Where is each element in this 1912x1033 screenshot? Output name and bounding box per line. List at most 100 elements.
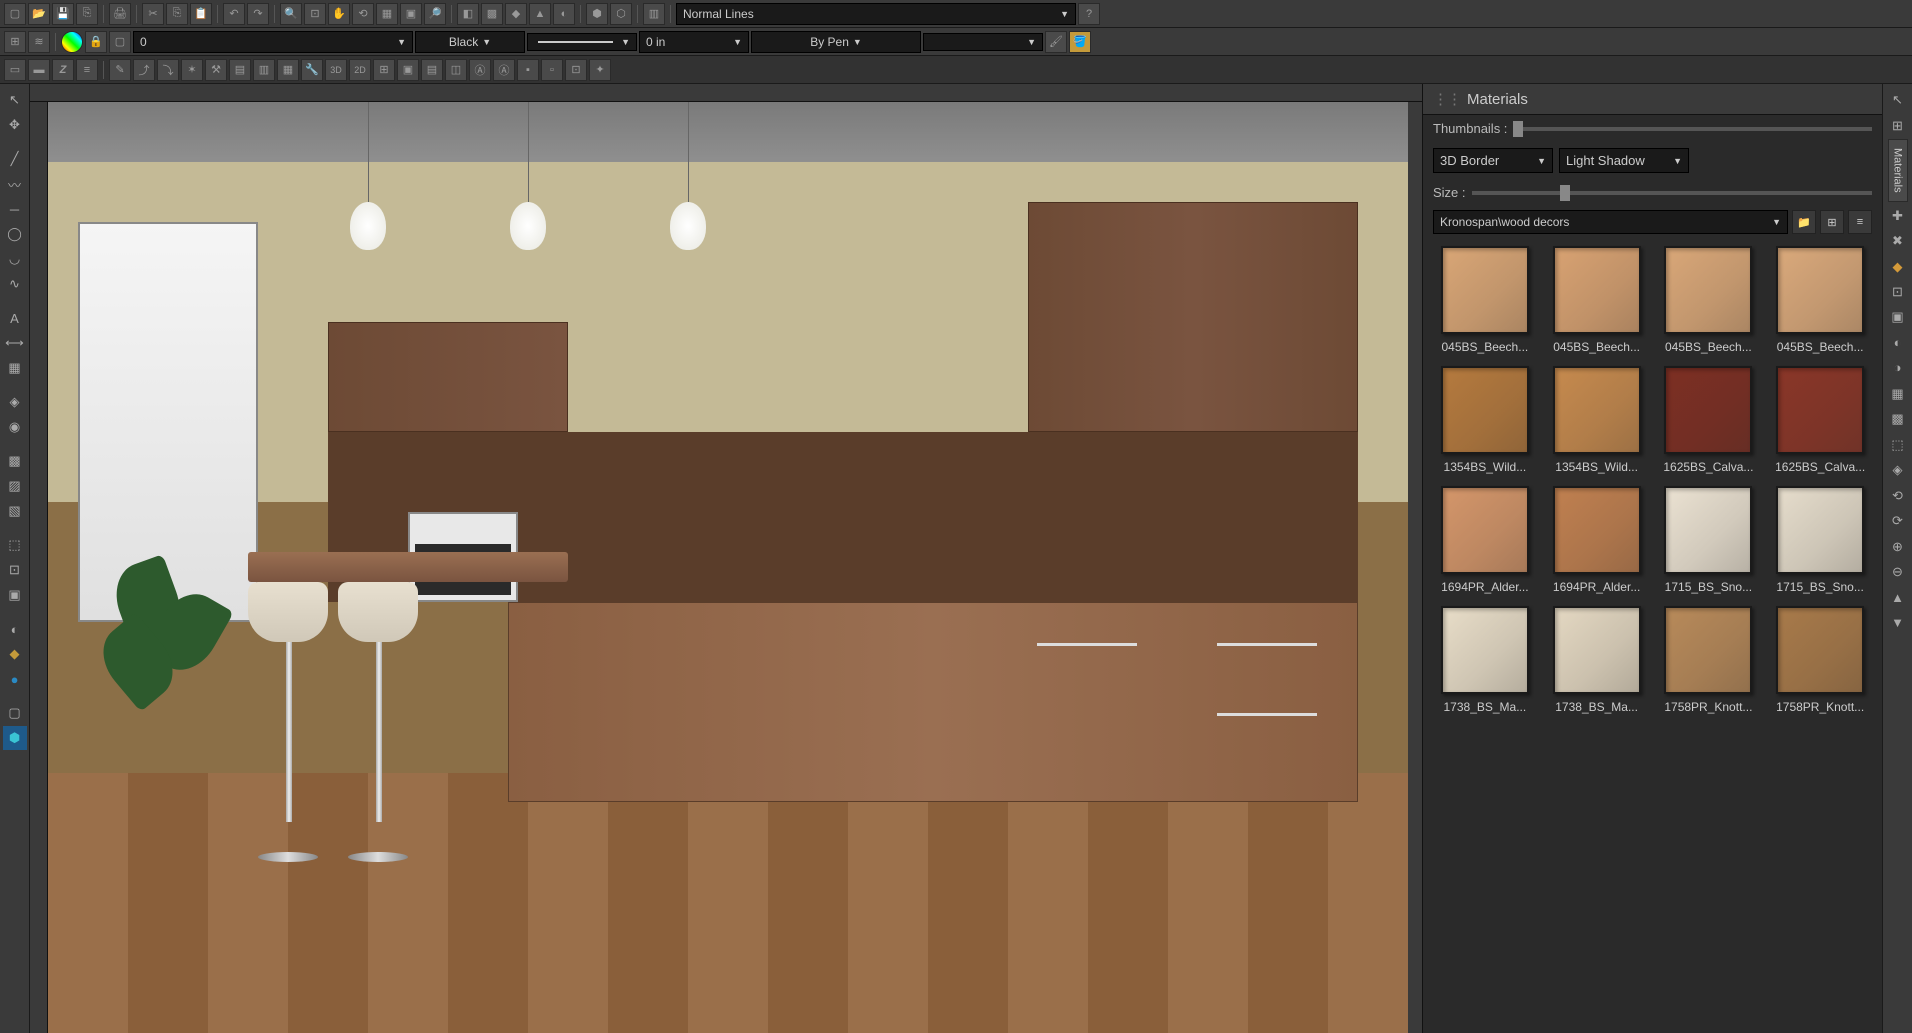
tool-y1-icon[interactable]: ▩ xyxy=(3,449,27,473)
t3-g-icon[interactable]: ✶ xyxy=(181,59,203,81)
t3-d-icon[interactable]: ✎ xyxy=(109,59,131,81)
line-tool-icon[interactable]: ╱ xyxy=(3,147,27,171)
rt-k-icon[interactable]: ⬚ xyxy=(1886,433,1910,457)
view-mode-dropdown[interactable]: Normal Lines ▼ xyxy=(676,3,1076,25)
materials-tab[interactable]: Materials xyxy=(1888,139,1908,202)
select-tool-icon[interactable]: ↖ xyxy=(3,88,27,112)
layer-dropdown[interactable]: 0 ▼ xyxy=(133,31,413,53)
tool-a-icon[interactable]: ◧ xyxy=(457,3,479,25)
t3-m-icon[interactable]: ⊞ xyxy=(373,59,395,81)
tool-y2-icon[interactable]: ▨ xyxy=(3,474,27,498)
t3-s-icon[interactable]: ▪ xyxy=(517,59,539,81)
rt-h-icon[interactable]: ◑ xyxy=(1886,356,1910,380)
size-slider[interactable] xyxy=(1472,191,1872,195)
tool-g-icon[interactable]: ⬡ xyxy=(610,3,632,25)
t3-i-icon[interactable]: ▤ xyxy=(229,59,251,81)
material-thumb[interactable]: 1715_BS_Sno... xyxy=(1657,486,1761,594)
rt-g-icon[interactable]: ◐ xyxy=(1886,331,1910,355)
rt-i-icon[interactable]: ▦ xyxy=(1886,382,1910,406)
cut-icon[interactable]: ✂ xyxy=(142,3,164,25)
linestyle-dropdown[interactable]: By Pen ▼ xyxy=(751,31,921,53)
tool-h-icon[interactable]: ▥ xyxy=(643,3,665,25)
t3-z-icon[interactable]: Z xyxy=(52,59,74,81)
t3-e-icon[interactable]: ⤴ xyxy=(133,59,155,81)
material-thumb[interactable]: 1738_BS_Ma... xyxy=(1433,606,1537,714)
material-thumb[interactable]: 045BS_Beech... xyxy=(1433,246,1537,354)
extent-icon[interactable]: ▣ xyxy=(400,3,422,25)
brush-icon[interactable]: 🖌 xyxy=(1045,31,1067,53)
t3-p-icon[interactable]: ◫ xyxy=(445,59,467,81)
tool-v1-icon[interactable]: ▢ xyxy=(3,701,27,725)
square-icon[interactable]: ▢ xyxy=(109,31,131,53)
viewport-3d[interactable] xyxy=(48,102,1408,1033)
rt-r-icon[interactable]: ▼ xyxy=(1886,611,1910,635)
linewidth-dropdown[interactable]: 0 in ▼ xyxy=(639,31,749,53)
t3-q-icon[interactable]: Ⓐ xyxy=(469,59,491,81)
t3-a-icon[interactable]: ▭ xyxy=(4,59,26,81)
saveall-icon[interactable]: ⎘ xyxy=(76,3,98,25)
hatch-tool-icon[interactable]: ▦ xyxy=(3,356,27,380)
dim-tool-icon[interactable]: ⟷ xyxy=(3,331,27,355)
rt-l-icon[interactable]: ◈ xyxy=(1886,458,1910,482)
tool-e-icon[interactable]: ◐ xyxy=(553,3,575,25)
t3-3d-icon[interactable]: 3D xyxy=(325,59,347,81)
layer-b-icon[interactable]: ≋ xyxy=(28,31,50,53)
material-thumb[interactable]: 1758PR_Knott... xyxy=(1768,606,1872,714)
view-a-button[interactable]: ⊞ xyxy=(1820,210,1844,234)
panel-title-bar[interactable]: ⋮⋮ Materials xyxy=(1423,84,1882,115)
t3-h-icon[interactable]: ⚒ xyxy=(205,59,227,81)
t3-l-icon[interactable]: 🔧 xyxy=(301,59,323,81)
help-icon[interactable]: ? xyxy=(1078,3,1100,25)
rt-p-icon[interactable]: ⊖ xyxy=(1886,560,1910,584)
zoom-icon[interactable]: 🔍 xyxy=(280,3,302,25)
undo-icon[interactable]: ↶ xyxy=(223,3,245,25)
rt-b-icon[interactable]: ✚ xyxy=(1886,204,1910,228)
t3-n-icon[interactable]: ▣ xyxy=(397,59,419,81)
material-thumb[interactable]: 1354BS_Wild... xyxy=(1433,366,1537,474)
material-thumb[interactable]: 1694PR_Alder... xyxy=(1545,486,1649,594)
t3-f-icon[interactable]: ⤵ xyxy=(157,59,179,81)
t3-u-icon[interactable]: ⊡ xyxy=(565,59,587,81)
line2-tool-icon[interactable]: ─ xyxy=(3,197,27,221)
rt-select-icon[interactable]: ↖ xyxy=(1886,88,1910,112)
t3-j-icon[interactable]: ▥ xyxy=(253,59,275,81)
material-thumb[interactable]: 045BS_Beech... xyxy=(1545,246,1649,354)
tool-x1-icon[interactable]: ◈ xyxy=(3,390,27,414)
zoom2-icon[interactable]: 🔎 xyxy=(424,3,446,25)
save-icon[interactable]: 💾 xyxy=(52,3,74,25)
orbit-icon[interactable]: ⟲ xyxy=(352,3,374,25)
t3-b-icon[interactable]: ▬ xyxy=(28,59,50,81)
arc-tool-icon[interactable]: ◡ xyxy=(3,247,27,271)
tool-w2-icon[interactable]: ◆ xyxy=(3,642,27,666)
tool-z1-icon[interactable]: ⬚ xyxy=(3,533,27,557)
tool-c-icon[interactable]: ◆ xyxy=(505,3,527,25)
t3-o-icon[interactable]: ▤ xyxy=(421,59,443,81)
t3-2d-icon[interactable]: 2D xyxy=(349,59,371,81)
material-thumb[interactable]: 1354BS_Wild... xyxy=(1545,366,1649,474)
material-thumb[interactable]: 1694PR_Alder... xyxy=(1433,486,1537,594)
tool-z3-icon[interactable]: ▣ xyxy=(3,583,27,607)
material-thumb[interactable]: 045BS_Beech... xyxy=(1657,246,1761,354)
rt-d-icon[interactable]: ◆ xyxy=(1886,255,1910,279)
tool-z2-icon[interactable]: ⊡ xyxy=(3,558,27,582)
material-thumb[interactable]: 1715_BS_Sno... xyxy=(1768,486,1872,594)
browse-button[interactable]: 📁 xyxy=(1792,210,1816,234)
tool-d-icon[interactable]: ▲ xyxy=(529,3,551,25)
border-mode-dropdown[interactable]: 3D Border ▼ xyxy=(1433,148,1553,173)
viewport-scrollbar[interactable] xyxy=(1408,102,1422,1033)
shadow-mode-dropdown[interactable]: Light Shadow ▼ xyxy=(1559,148,1689,173)
view-b-button[interactable]: ≡ xyxy=(1848,210,1872,234)
rt-m-icon[interactable]: ⟲ xyxy=(1886,484,1910,508)
lock-icon[interactable]: 🔒 xyxy=(85,31,107,53)
t3-k-icon[interactable]: ▦ xyxy=(277,59,299,81)
polyline-tool-icon[interactable]: 〰 xyxy=(3,172,27,196)
rt-n-icon[interactable]: ⟳ xyxy=(1886,509,1910,533)
t3-r-icon[interactable]: Ⓐ xyxy=(493,59,515,81)
material-thumb[interactable]: 1758PR_Knott... xyxy=(1657,606,1761,714)
bucket-icon[interactable]: 🪣 xyxy=(1069,31,1091,53)
zoomfit-icon[interactable]: ⊡ xyxy=(304,3,326,25)
ruler-vertical[interactable] xyxy=(30,102,48,1033)
tool-v2-icon[interactable]: ⬢ xyxy=(3,726,27,750)
tool-x2-icon[interactable]: ◉ xyxy=(3,415,27,439)
new-icon[interactable]: ▢ xyxy=(4,3,26,25)
